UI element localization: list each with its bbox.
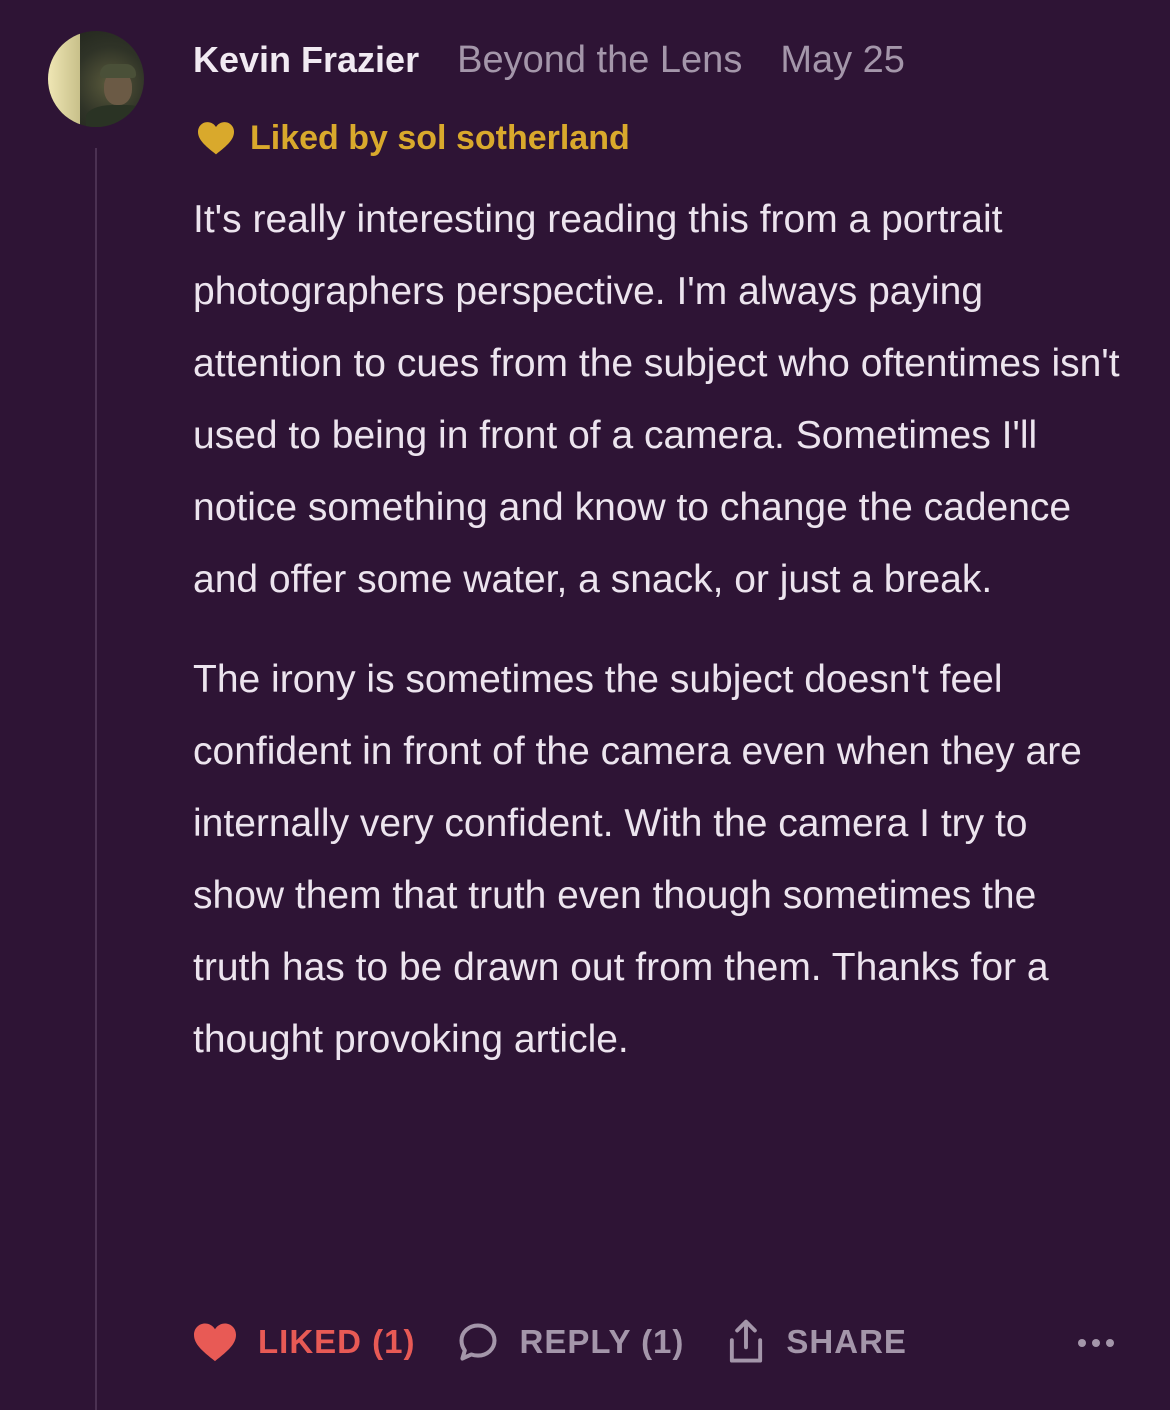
like-button[interactable]: LIKED (1) bbox=[192, 1321, 416, 1363]
comment-paragraph: It's really interesting reading this fro… bbox=[193, 198, 1120, 601]
liked-by-text: Liked by sol sotherland bbox=[250, 118, 630, 157]
comment-header: Kevin Frazier Beyond the Lens May 25 bbox=[193, 36, 905, 84]
author-name[interactable]: Kevin Frazier bbox=[193, 39, 419, 81]
heart-filled-icon bbox=[192, 1321, 238, 1363]
thread-line bbox=[95, 148, 97, 1410]
publication-name[interactable]: Beyond the Lens bbox=[457, 39, 742, 82]
speech-bubble-icon bbox=[456, 1320, 500, 1364]
author-avatar[interactable] bbox=[48, 31, 144, 127]
liked-by-row: Liked by sol sotherland bbox=[196, 116, 630, 160]
comment-body: It's really interesting reading this fro… bbox=[193, 184, 1123, 1076]
ellipsis-icon bbox=[1076, 1333, 1116, 1352]
comment-paragraph: The irony is sometimes the subject doesn… bbox=[193, 658, 1082, 1061]
share-button[interactable]: SHARE bbox=[726, 1319, 907, 1365]
more-options-button[interactable] bbox=[1068, 1322, 1124, 1362]
share-arrow-icon bbox=[726, 1319, 766, 1365]
comment-actions: LIKED (1) REPLY (1) SHARE bbox=[192, 1316, 907, 1368]
reply-label: REPLY (1) bbox=[519, 1323, 685, 1360]
like-label: LIKED (1) bbox=[258, 1323, 416, 1360]
share-label: SHARE bbox=[786, 1323, 907, 1360]
comment-date[interactable]: May 25 bbox=[780, 39, 905, 82]
reply-button[interactable]: REPLY (1) bbox=[456, 1320, 685, 1364]
heart-icon bbox=[196, 120, 236, 156]
